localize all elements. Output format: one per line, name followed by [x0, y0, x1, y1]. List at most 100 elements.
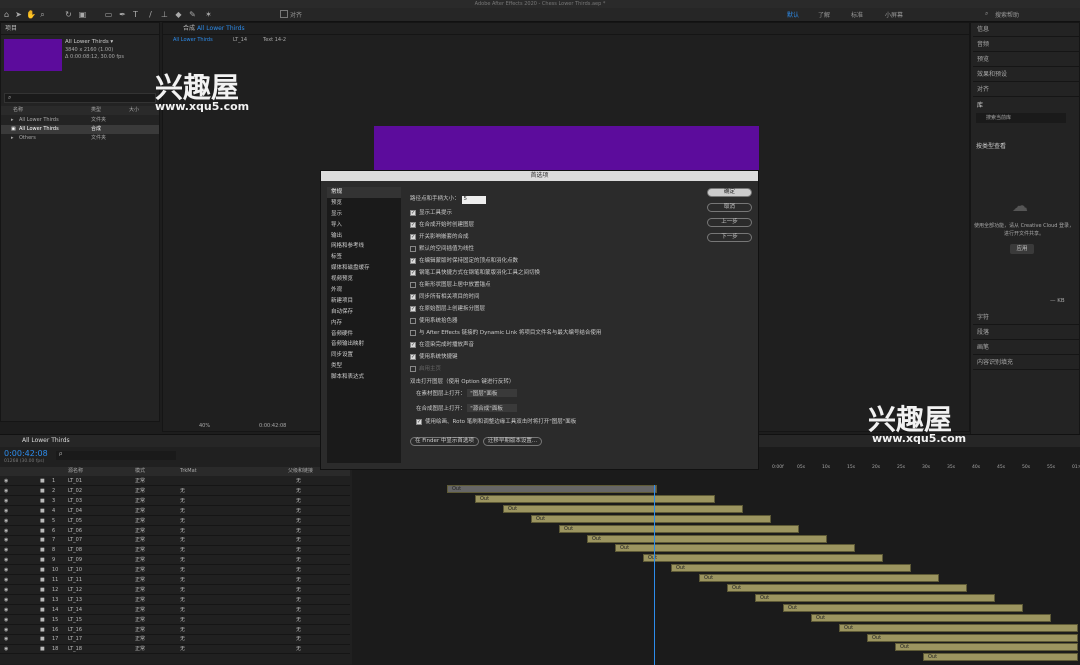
roto-option[interactable]: ✓ 使用绘画、Roto 笔刷和调整边缘工具双击时将打开"图层"面板 — [416, 417, 576, 425]
panel-effects-presets[interactable]: 效果和预设 — [973, 67, 1080, 82]
checkbox[interactable]: ✓ — [410, 221, 416, 228]
viewer-time[interactable]: 0:00:42:08 — [259, 423, 286, 429]
category-item[interactable]: 标签 — [327, 252, 401, 263]
library-apply-button[interactable]: 应用 — [1010, 244, 1034, 254]
layer-bar[interactable]: Out — [867, 633, 1078, 642]
layer-row[interactable]: ◉ ■ 14 LT_14 正常 无 无 — [0, 606, 350, 615]
path-point-size-input[interactable]: 5 — [461, 196, 486, 204]
comp-panel-tab[interactable]: 合成 All Lower Thirds — [163, 23, 969, 35]
time-ruler[interactable]: 0:00f 05s 10s 15s 20s 25s 30s 35s 40s 45s 50s 55s 01… — [772, 465, 1080, 475]
layer-row[interactable]: ◉ ■ 5 LT_05 正常 无 无 — [0, 517, 350, 526]
layer-bar[interactable]: Out — [755, 593, 995, 602]
layer-row[interactable]: ◉ ■ 18 LT_18 正常 无 无 — [0, 645, 350, 655]
show-in-finder-button[interactable]: 在 Finder 中显示首选项 — [410, 437, 479, 446]
align-checkbox[interactable] — [280, 10, 288, 18]
library-view-dropdown[interactable]: 按类型查看 — [976, 141, 1006, 150]
checkbox[interactable]: ✓ — [410, 233, 416, 240]
library-search-input[interactable]: 搜索当前库 — [976, 113, 1066, 123]
layer-bar[interactable]: Out — [839, 623, 1078, 632]
layer-row[interactable]: ◉ ■ 7 LT_07 正常 无 无 — [0, 536, 350, 546]
panel-audio[interactable]: 音频 — [973, 37, 1080, 52]
category-item[interactable]: 脚本和表达式 — [327, 372, 401, 383]
checkbox[interactable]: ✓ — [416, 418, 422, 425]
layer-row[interactable]: ◉ ■ 1 LT_01 正常 无 — [0, 477, 350, 487]
preference-option[interactable]: ✓ 钢笔工具快捷方式在钢笔和蒙版羽化工具之间切换 — [410, 268, 540, 276]
panel-preview[interactable]: 预览 — [973, 52, 1080, 67]
layer-bar[interactable]: Out — [503, 504, 743, 513]
category-item[interactable]: 常规 — [327, 187, 401, 198]
type-tool-icon[interactable]: T — [131, 10, 140, 19]
checkbox[interactable]: ✓ — [410, 209, 416, 216]
search-icon[interactable]: ⌕ — [985, 10, 988, 18]
rotate-tool-icon[interactable]: ↻ — [64, 10, 73, 19]
preference-option[interactable]: 与 After Effects 链接的 Dynamic Link 将项目文件名与… — [410, 328, 601, 336]
checkbox[interactable]: ✓ — [410, 269, 416, 276]
layer-row[interactable]: ◉ ■ 10 LT_10 正常 无 无 — [0, 566, 350, 576]
category-item[interactable]: 同步设置 — [327, 350, 401, 361]
workspace-small-screen[interactable]: 小屏幕 — [885, 10, 903, 19]
preference-option[interactable]: 使用系统拾色器 — [410, 316, 458, 324]
layer-row[interactable]: ◉ ■ 3 LT_03 正常 无 无 — [0, 497, 350, 506]
checkbox[interactable] — [410, 317, 416, 324]
layer-bar[interactable]: Out — [671, 564, 911, 573]
preference-option[interactable]: 默认的空间插值为线性 — [410, 244, 474, 252]
checkbox[interactable]: ✓ — [410, 305, 416, 312]
select-tool-icon[interactable]: ➤ — [14, 10, 23, 19]
panel-align[interactable]: 对齐 — [973, 82, 1080, 97]
panel-character[interactable]: 字符 — [973, 310, 1080, 325]
layer-row[interactable]: ◉ ■ 11 LT_11 正常 无 无 — [0, 576, 350, 586]
help-search-input[interactable]: 搜索帮助 — [995, 10, 1019, 19]
migrate-settings-button[interactable]: 迁移早期版本设置... — [482, 437, 543, 446]
layer-bar[interactable]: Out — [923, 653, 1078, 662]
layer-row[interactable]: ◉ ■ 9 LT_09 正常 无 无 — [0, 556, 350, 566]
project-tab[interactable]: 项目 — [1, 23, 159, 35]
checkbox[interactable] — [410, 365, 416, 372]
preference-option[interactable]: ✓ 显示工具提示 — [410, 208, 452, 216]
layer-bar[interactable]: Out — [699, 574, 939, 583]
col-type[interactable]: 类型 — [91, 106, 101, 115]
project-item[interactable]: ▸ Others 文件夹 — [1, 134, 159, 143]
footage-open-select[interactable]: "图层"面板 — [467, 389, 518, 397]
checkbox[interactable]: ✓ — [410, 293, 416, 300]
ok-button[interactable]: 确定 — [707, 188, 752, 197]
zoom-select[interactable]: 40% — [199, 423, 210, 429]
col-size[interactable]: 大小 — [129, 106, 139, 115]
zoom-tool-icon[interactable]: ⌕ — [38, 10, 47, 19]
workspace-learn[interactable]: 了解 — [818, 10, 830, 19]
panel-info[interactable]: 信息 — [973, 22, 1080, 37]
checkbox[interactable] — [410, 281, 416, 288]
comp-open-select[interactable]: "源合成"面板 — [467, 404, 518, 412]
layer-row[interactable]: ◉ ■ 13 LT_13 正常 无 无 — [0, 596, 350, 605]
preference-option[interactable]: ✓ 开关影响嵌套的合成 — [410, 232, 469, 240]
layer-bar[interactable]: Out — [475, 494, 715, 503]
preference-option[interactable]: ✓ 同步所有相关项目的时间 — [410, 292, 480, 300]
layer-row[interactable]: ◉ ■ 6 LT_06 正常 无 无 — [0, 527, 350, 536]
category-item[interactable]: 输出 — [327, 231, 401, 242]
timeline-timecode[interactable]: 0:00:42:08 — [4, 449, 48, 458]
layer-bar[interactable]: Out — [447, 485, 657, 493]
layer-bar[interactable]: Out — [615, 544, 855, 553]
category-item[interactable]: 音频输出映射 — [327, 339, 401, 350]
previous-button[interactable]: 上一步 — [707, 218, 752, 227]
category-item[interactable]: 显示 — [327, 209, 401, 220]
layer-row[interactable]: ◉ ■ 17 LT_17 正常 无 无 — [0, 635, 350, 645]
checkbox[interactable]: ✓ — [410, 257, 416, 264]
panel-brushes[interactable]: 画笔 — [973, 340, 1080, 355]
viewer-tab-all-lower-thirds[interactable]: All Lower Thirds — [173, 37, 213, 43]
home-icon[interactable]: ⌂ — [2, 10, 11, 19]
next-button[interactable]: 下一步 — [707, 233, 752, 242]
layer-bar[interactable]: Out — [783, 603, 1023, 612]
layer-bar[interactable]: Out — [643, 554, 883, 563]
checkbox[interactable] — [410, 329, 416, 336]
panel-content-aware-fill[interactable]: 内容识别填充 — [973, 355, 1080, 370]
checkbox[interactable]: ✓ — [410, 341, 416, 348]
layer-row[interactable]: ◉ ■ 15 LT_15 正常 无 无 — [0, 616, 350, 625]
rect-tool-icon[interactable]: ▭ — [104, 10, 113, 19]
preference-option[interactable]: ✓ 在原始图层上创建拆分图层 — [410, 304, 485, 312]
layer-bar[interactable]: Out — [727, 584, 967, 592]
col-name[interactable]: 名称 — [13, 106, 23, 115]
layer-row[interactable]: ◉ ■ 12 LT_12 正常 无 无 — [0, 586, 350, 596]
category-item[interactable]: 新建项目 — [327, 296, 401, 307]
layer-bar[interactable]: Out — [531, 514, 771, 523]
layer-row[interactable]: ◉ ■ 2 LT_02 正常 无 无 — [0, 487, 350, 497]
